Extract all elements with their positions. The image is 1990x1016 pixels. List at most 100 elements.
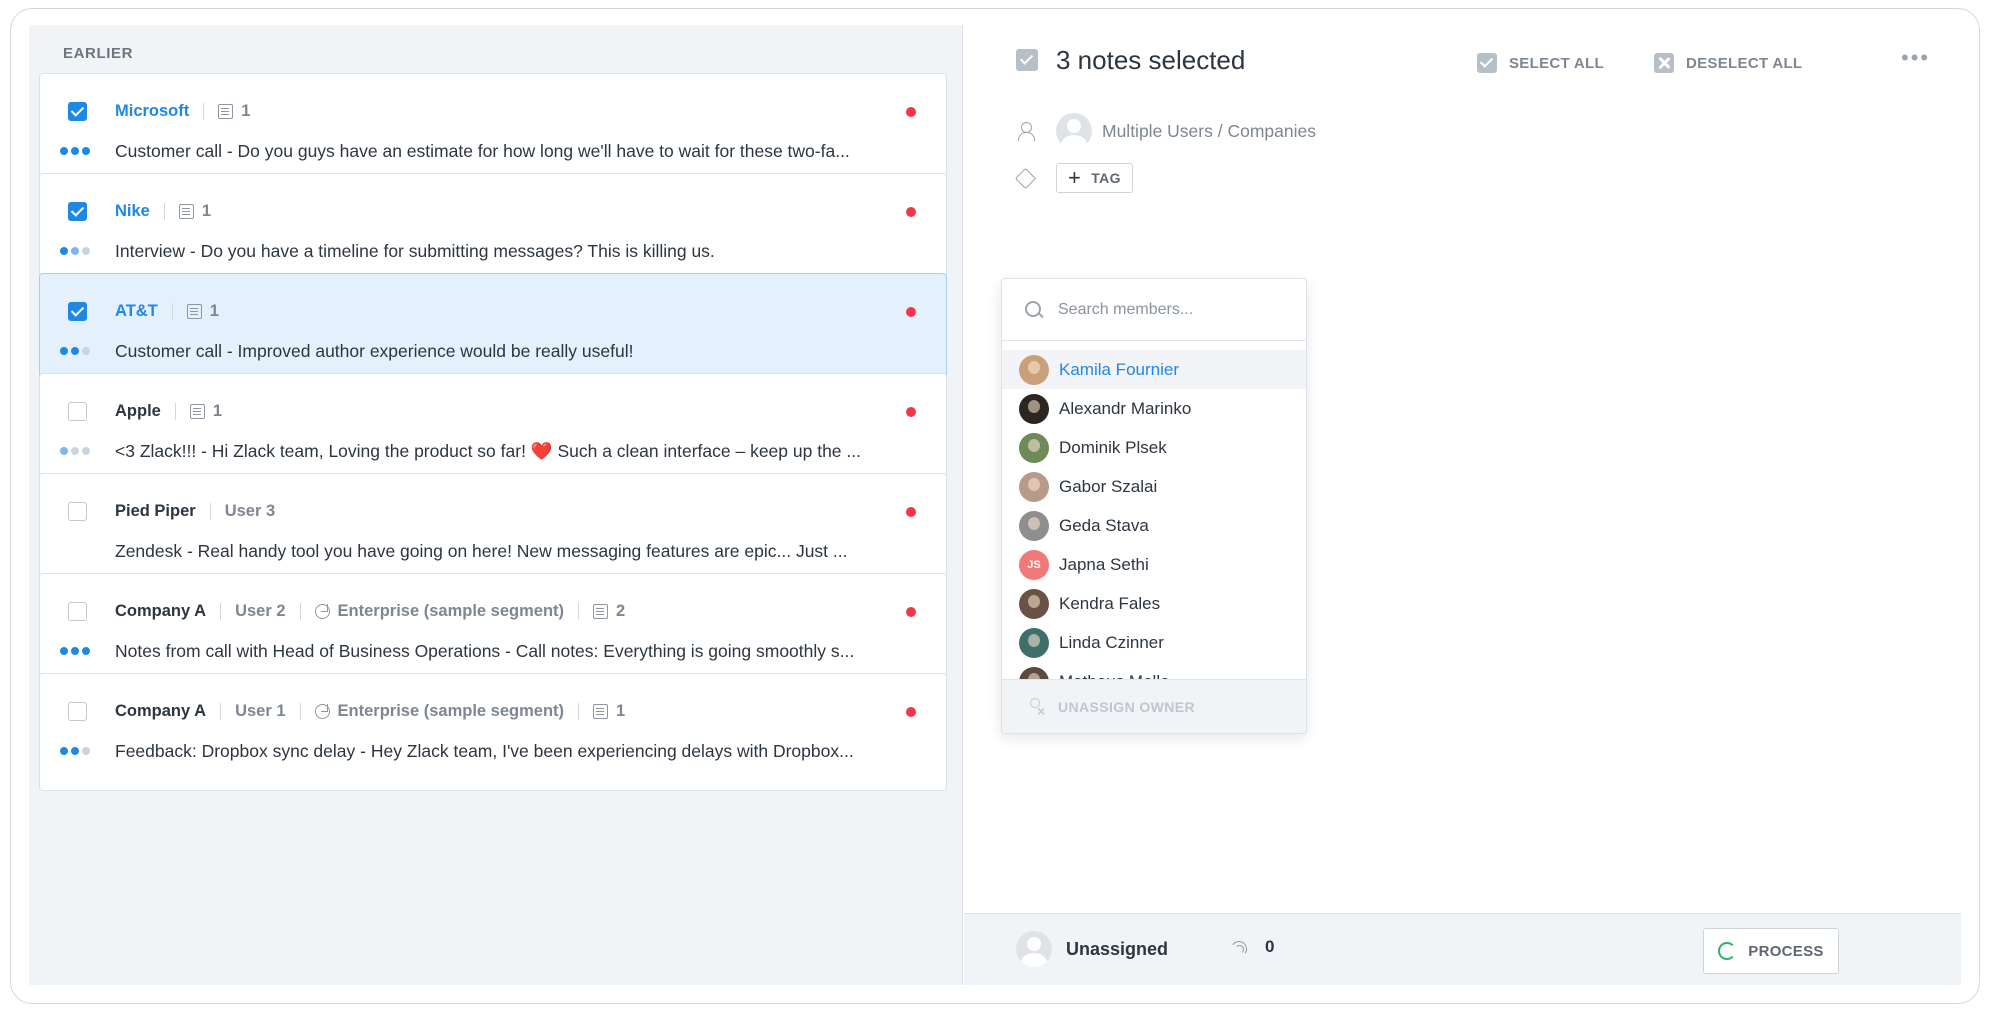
unassign-owner-label: UNASSIGN OWNER [1058,698,1196,715]
owner-label: Multiple Users / Companies [1102,120,1316,141]
note-meta: Microsoft 1 [115,100,250,122]
search-members-input[interactable] [1058,300,1278,319]
note-count: 1 [201,201,212,220]
note-checkbox[interactable] [68,502,87,521]
member-option[interactable]: Geda Stava [1002,506,1306,545]
divider [299,702,301,720]
divider [578,702,580,720]
avatar [1019,471,1049,502]
user-name[interactable]: User 1 [235,702,285,721]
note-text-part: Such a clean interface – keep up the ... [552,441,861,461]
importance-dot [82,747,90,755]
company-name[interactable]: Apple [115,402,161,421]
importance-dots [60,647,90,655]
member-list[interactable]: Kamila Fournier Alexandr Marinko Dominik P… [1002,350,1306,680]
owner-row[interactable]: Multiple Users / Companies [1016,113,1316,149]
importance-dot [71,447,79,455]
note-meta: Pied Piper User 3 [115,500,275,522]
divider [578,602,580,620]
plus-icon: + [1068,165,1082,190]
owner-selector[interactable]: Unassigned [1016,931,1168,967]
member-search [1002,279,1306,341]
company-name[interactable]: Company A [115,602,206,621]
note-checkbox[interactable] [68,202,87,221]
member-option[interactable]: Dominik Plsek [1002,428,1306,467]
search-icon [1024,300,1044,320]
importance-dot [71,747,79,755]
process-button[interactable]: PROCESS [1703,928,1839,974]
notes-list[interactable]: EARLIER Microsoft 1 Customer call - Do you… [29,25,963,985]
user-name[interactable]: User 3 [225,502,275,521]
select-all-button[interactable]: SELECT ALL [1477,53,1604,73]
note-icon [178,203,194,219]
unread-indicator [906,507,916,517]
member-name: Linda Czinner [1059,632,1164,652]
member-option[interactable]: Gabor Szalai [1002,467,1306,506]
deselect-all-button[interactable]: DESELECT ALL [1654,53,1802,73]
importance-dot [60,347,68,355]
unread-indicator [906,407,916,417]
avatar [1016,931,1052,967]
user-name[interactable]: User 2 [235,602,285,621]
note-checkbox[interactable] [68,102,87,121]
segment-icon [314,703,330,719]
importance-dots [60,347,90,355]
note-icon [218,103,234,119]
importance-dots [60,747,90,755]
unread-indicator [906,607,916,617]
member-option[interactable]: Alexandr Marinko [1002,389,1306,428]
divider [209,502,211,520]
segment-name: Enterprise (sample segment) [337,601,565,620]
member-dropdown[interactable]: Kamila Fournier Alexandr Marinko Dominik P… [1001,278,1307,734]
close-icon [1654,53,1674,73]
member-option[interactable]: Kamila Fournier [1002,350,1306,389]
company-name[interactable]: AT&T [115,302,158,321]
member-option[interactable]: Linda Czinner [1002,623,1306,662]
member-option[interactable]: Kendra Fales [1002,584,1306,623]
member-name: Gabor Szalai [1059,476,1158,496]
note-checkbox[interactable] [68,302,87,321]
note-meta: Company A User 1 Enterprise (sample segmen… [115,700,625,722]
note-meta: Company A User 2 Enterprise (sample segmen… [115,600,625,622]
note-icon [186,303,202,319]
company-name[interactable]: Company A [115,702,206,721]
importance-dot [60,647,68,655]
note-checkbox[interactable] [68,402,87,421]
avatar [1019,510,1049,541]
divider [171,302,173,320]
member-name: Kamila Fournier [1059,359,1179,379]
avatar [1019,354,1049,385]
member-option[interactable]: JS Japna Sethi [1002,545,1306,584]
company-name[interactable]: Pied Piper [115,502,196,521]
avatar [1056,113,1092,149]
segment-icon [314,603,330,619]
company-name[interactable]: Microsoft [115,102,189,121]
unassign-owner-button[interactable]: UNASSIGN OWNER [1002,679,1306,733]
more-menu-icon[interactable]: ••• [1901,45,1930,71]
unread-indicator [906,107,916,117]
importance-dot [82,247,90,255]
note-count: 1 [212,401,223,420]
note-card[interactable]: Company A User 1 Enterprise (sample segmen… [39,673,947,791]
importance-dot [71,247,79,255]
note-count: 1 [241,101,251,120]
note-meta: Apple 1 [115,400,222,422]
note-text: Customer call - Do you guys have an esti… [115,141,850,161]
note-count: 1 [616,701,626,720]
note-checkbox[interactable] [68,602,87,621]
note-checkbox[interactable] [68,702,87,721]
selected-check-icon[interactable] [1016,49,1038,71]
importance-dot [71,647,79,655]
importance-dot [71,147,79,155]
avatar: JS [1019,549,1049,580]
detail-panel: 3 notes selected SELECT ALL DESELECT ALL… [964,25,1961,985]
member-option[interactable]: Matheus Mello [1002,662,1306,680]
note-text: Customer call - Improved author experien… [115,341,634,361]
note-icon [593,703,609,719]
importance-dots [60,447,90,455]
add-tag-button[interactable]: + TAG [1056,163,1133,193]
company-name[interactable]: Nike [115,202,150,221]
checkbox-icon [1477,53,1497,73]
avatar [1019,432,1049,463]
app-frame: EARLIER Microsoft 1 Customer call - Do you… [10,8,1980,1004]
